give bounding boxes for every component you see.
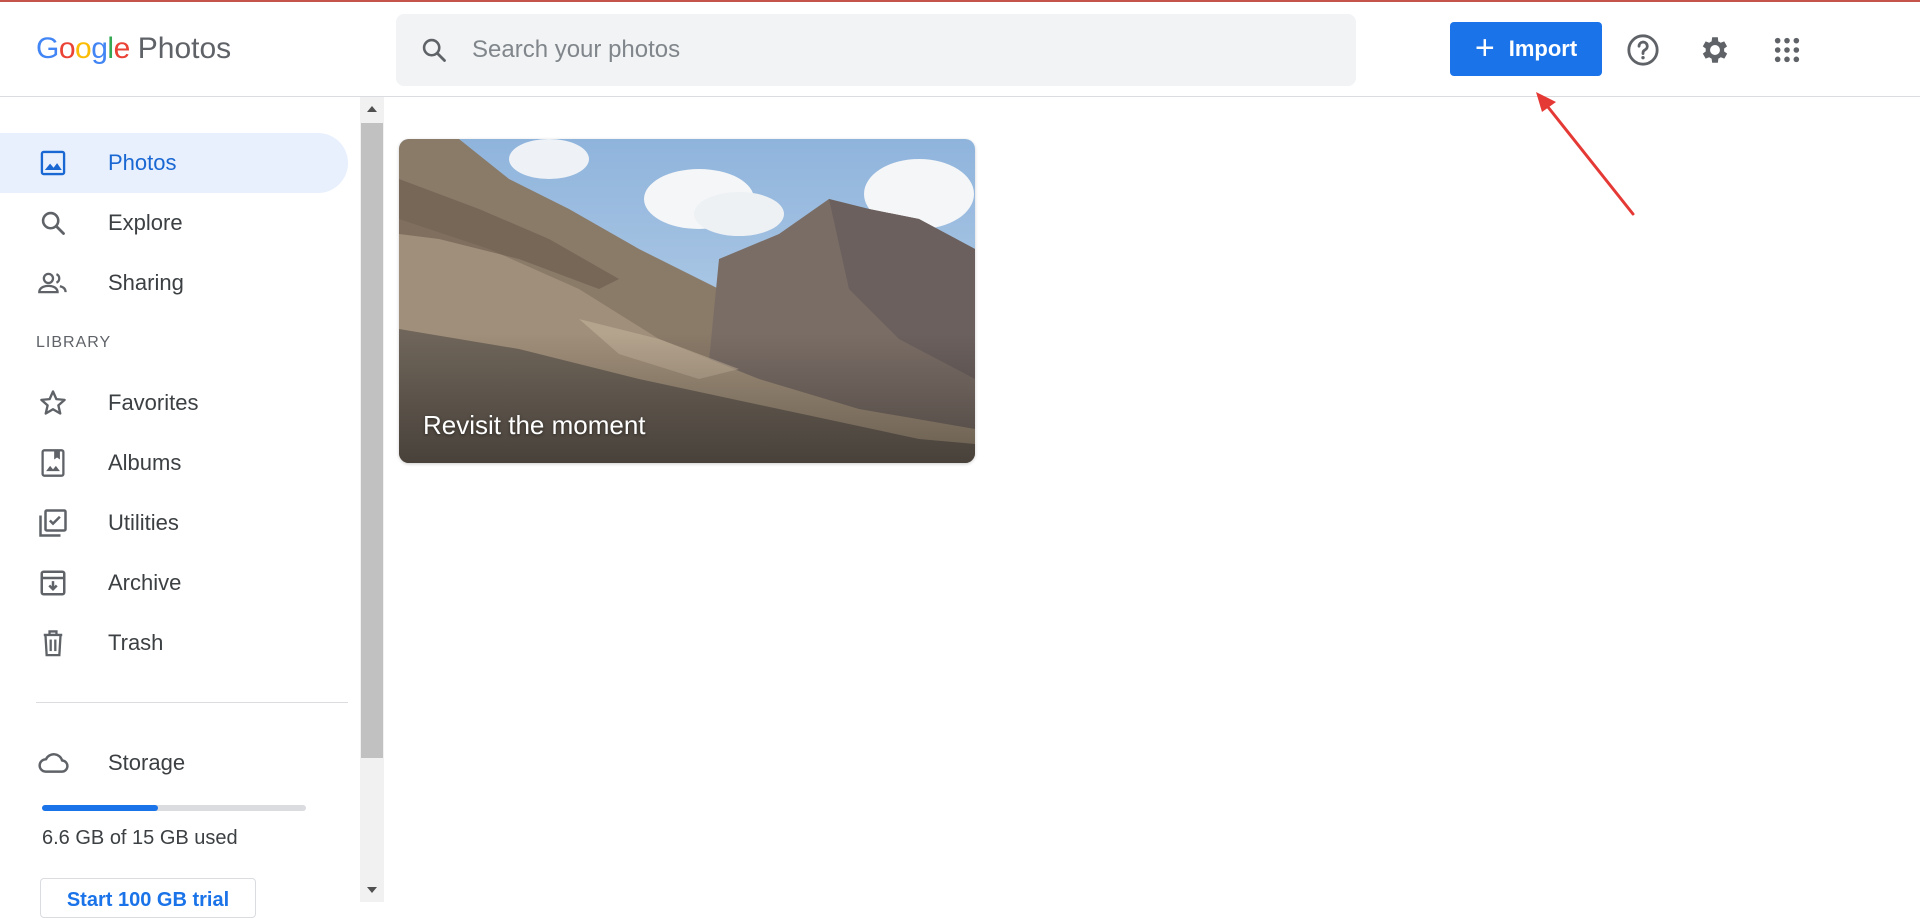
storage-progress-bar <box>42 805 306 811</box>
storage-usage-text: 6.6 GB of 15 GB used <box>42 827 238 849</box>
start-trial-button[interactable]: Start 100 GB trial <box>40 878 256 918</box>
apps-grid-icon[interactable] <box>1767 30 1807 70</box>
logo-letter: G <box>36 32 59 65</box>
search-input[interactable] <box>472 30 1292 70</box>
sidebar-item-favorites[interactable]: Favorites <box>0 373 348 433</box>
logo-letter: o <box>58 32 76 65</box>
app-header: Google Photos + Import <box>0 2 1920 97</box>
memory-caption: Revisit the moment <box>423 410 646 440</box>
google-wordmark: Google <box>36 32 130 66</box>
scroll-down-arrow[interactable] <box>367 887 377 893</box>
sidebar-item-trash[interactable]: Trash <box>0 613 348 673</box>
sidebar-item-photos[interactable]: Photos <box>0 133 348 193</box>
sidebar-item-label: Favorites <box>108 390 199 415</box>
help-icon[interactable] <box>1623 30 1663 70</box>
sidebar-item-utilities[interactable]: Utilities <box>0 493 348 553</box>
star-icon <box>37 387 69 419</box>
import-label: Import <box>1508 36 1578 61</box>
search-bar[interactable] <box>396 14 1356 86</box>
photo-icon <box>37 147 69 179</box>
sidebar-item-archive[interactable]: Archive <box>0 553 348 613</box>
library-heading: LIBRARY <box>36 334 112 351</box>
plus-icon: + <box>1474 28 1495 67</box>
sidebar-item-label: Photos <box>108 150 177 175</box>
gear-icon[interactable] <box>1695 30 1735 70</box>
sidebar-item-label: Utilities <box>108 510 179 535</box>
archive-icon <box>37 567 69 599</box>
sidebar-item-albums[interactable]: Albums <box>0 433 348 493</box>
annotation-arrow <box>1536 92 1635 216</box>
sidebar-item-sharing[interactable]: Sharing <box>0 253 348 313</box>
scrollbar-thumb[interactable] <box>361 123 383 758</box>
import-button[interactable]: + Import <box>1450 22 1602 76</box>
product-name: Photos <box>137 32 232 65</box>
storage-progress-fill <box>42 805 159 811</box>
trash-icon <box>37 627 69 659</box>
utilities-icon <box>37 507 69 539</box>
memory-card[interactable]: Revisit the moment <box>399 139 975 463</box>
cloud-icon <box>37 747 69 779</box>
sidebar-item-storage[interactable]: Storage <box>0 733 348 793</box>
google-photos-logo[interactable]: Google Photos <box>36 32 231 72</box>
sidebar-scrollbar[interactable] <box>360 97 384 902</box>
sidebar-item-label: Trash <box>108 630 164 655</box>
people-icon <box>37 267 69 299</box>
logo-letter: o <box>75 32 92 65</box>
sidebar-item-label: Explore <box>108 210 183 235</box>
search-icon <box>37 207 69 239</box>
search-icon[interactable] <box>414 30 454 70</box>
logo-letter: e <box>113 32 131 65</box>
sidebar-nav: Photos Explore Sharing LIBRARY Favorites… <box>0 97 360 918</box>
sidebar-item-label: Archive <box>108 570 182 595</box>
scroll-up-arrow[interactable] <box>367 106 377 112</box>
sidebar-item-label: Albums <box>108 450 182 475</box>
logo-letter: g <box>91 32 108 65</box>
sidebar-item-label: Sharing <box>108 270 184 295</box>
sidebar-divider <box>36 702 348 703</box>
sidebar-item-explore[interactable]: Explore <box>0 193 348 253</box>
storage-label: Storage <box>108 750 186 775</box>
album-icon <box>37 447 69 479</box>
